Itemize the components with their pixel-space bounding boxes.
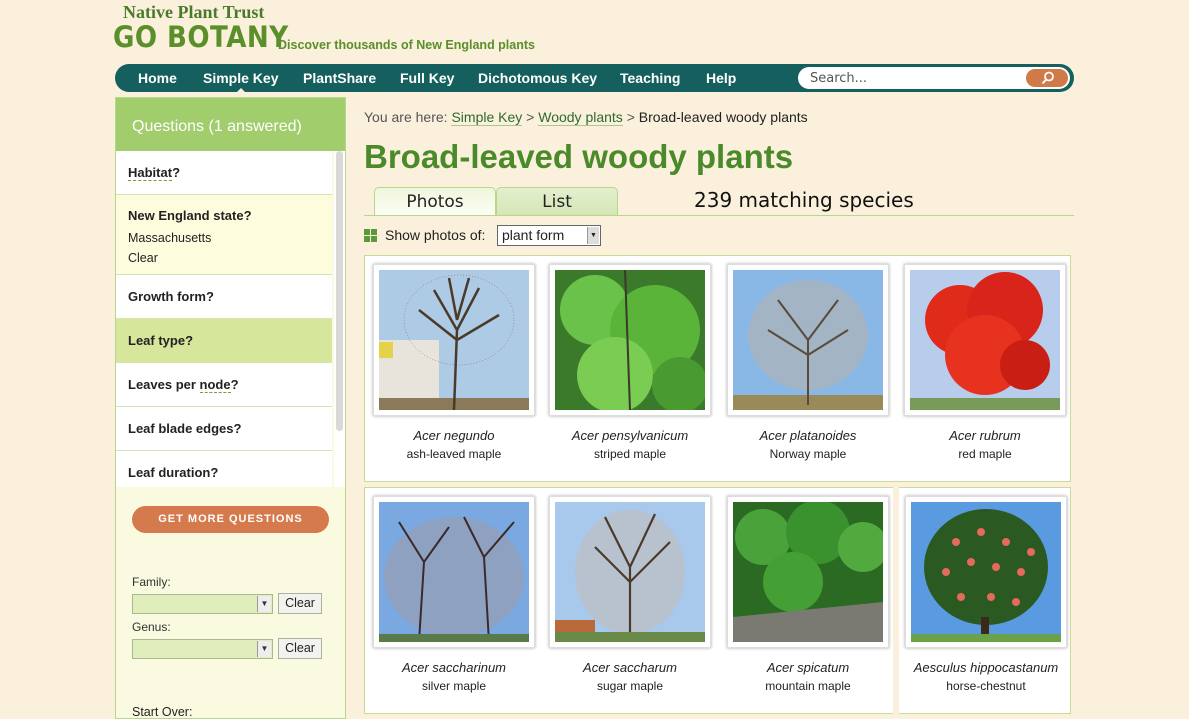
common-name: sugar maple <box>596 679 664 693</box>
search-button[interactable] <box>1026 69 1068 87</box>
common-name: Norway maple <box>769 447 847 461</box>
tagline: Discover thousands of New England plants <box>278 38 535 52</box>
scientific-name[interactable]: Acer rubrum <box>896 428 1074 443</box>
question-label: Leaf duration? <box>128 465 219 480</box>
clear-answer-link[interactable]: Clear <box>128 248 320 268</box>
tree-photo-flowering <box>911 502 1061 642</box>
scientific-name[interactable]: Acer spicatum <box>719 660 897 675</box>
breadcrumb-simple-key[interactable]: Simple Key <box>451 109 523 126</box>
nav-dichotomous-key[interactable]: Dichotomous Key <box>478 70 597 86</box>
scroll-thumb[interactable] <box>336 151 343 431</box>
genus-select[interactable]: ▼ <box>132 639 273 659</box>
nav-full-key[interactable]: Full Key <box>400 70 454 86</box>
breadcrumb-woody-plants[interactable]: Woody plants <box>538 109 623 126</box>
question-label: Habitat <box>128 165 173 181</box>
grid-view-icon <box>364 229 377 242</box>
nav-help[interactable]: Help <box>706 70 736 86</box>
common-name: horse-chestnut <box>946 679 1026 693</box>
family-select[interactable]: ▼ <box>132 594 273 614</box>
page-title: Broad-leaved woody plants <box>364 138 794 175</box>
question-new-england-state[interactable]: New England state? Massachusetts Clear <box>116 195 332 275</box>
tree-photo-bare <box>555 502 705 642</box>
common-name: ash-leaved maple <box>406 447 502 461</box>
scientific-name[interactable]: Acer negundo <box>365 428 543 443</box>
common-name: silver maple <box>421 679 487 693</box>
question-scrollbar[interactable] <box>334 151 345 487</box>
question-label: Leaf blade edges? <box>128 421 242 436</box>
genus-label: Genus: <box>132 620 171 634</box>
photo-type-value: plant form <box>502 227 565 243</box>
species-photo[interactable] <box>373 496 535 648</box>
question-label: Leaves per <box>128 377 200 392</box>
brand-logo[interactable]: GO BOTANY <box>113 20 289 54</box>
family-label: Family: <box>132 575 171 589</box>
species-photo[interactable] <box>727 264 889 416</box>
breadcrumb-separator: > <box>526 109 535 125</box>
search-box <box>798 67 1070 89</box>
common-name: red maple <box>958 447 1012 461</box>
question-label: New England state? <box>128 208 252 223</box>
question-leaves-per-node[interactable]: Leaves per node? <box>116 363 332 407</box>
show-photos-label: Show photos of: <box>385 227 486 243</box>
tree-photo-red <box>910 270 1060 410</box>
question-habitat[interactable]: Habitat? <box>116 151 332 195</box>
species-photo[interactable] <box>549 496 711 648</box>
nav-teaching[interactable]: Teaching <box>620 70 680 86</box>
shrub-photo <box>733 502 883 642</box>
question-label: Leaf type? <box>128 333 194 348</box>
questions-sidebar: Questions (1 answered) Habitat? New Engl… <box>115 97 346 719</box>
questions-header: Questions (1 answered) <box>116 98 345 151</box>
species-photo[interactable] <box>549 264 711 416</box>
species-photo[interactable] <box>373 264 535 416</box>
glossary-term[interactable]: node <box>199 377 231 393</box>
question-list: Habitat? New England state? Massachusett… <box>116 151 332 487</box>
common-name: striped maple <box>593 447 667 461</box>
scientific-name[interactable]: Aesculus hippocastanum <box>897 660 1075 675</box>
breadcrumb-separator: > <box>626 109 635 125</box>
tree-photo-bare <box>733 270 883 410</box>
nav-plantshare[interactable]: PlantShare <box>303 70 376 86</box>
nav-home[interactable]: Home <box>138 70 177 86</box>
match-count: 239 matching species <box>694 188 914 212</box>
scientific-name[interactable]: Acer platanoides <box>719 428 897 443</box>
chevron-down-icon: ▼ <box>257 596 271 612</box>
start-over-label: Start Over: <box>132 705 193 719</box>
common-name: mountain maple <box>765 679 851 693</box>
breadcrumb-prefix: You are here: <box>364 109 448 125</box>
chevron-down-icon: ▼ <box>587 227 599 244</box>
search-icon <box>1041 71 1054 85</box>
nav-simple-key[interactable]: Simple Key <box>203 70 278 93</box>
tab-list[interactable]: List <box>496 187 618 216</box>
tree-photo-bare <box>379 502 529 642</box>
results-row: Acer negundo ash-leaved maple Acer pensy… <box>364 255 1071 482</box>
question-leaf-duration[interactable]: Leaf duration? <box>116 451 332 487</box>
breadcrumb-current: Broad-leaved woody plants <box>638 109 808 125</box>
scientific-name[interactable]: Acer pensylvanicum <box>541 428 719 443</box>
tab-photos[interactable]: Photos <box>374 187 496 216</box>
tree-photo-bare <box>379 270 529 410</box>
question-answer: Massachusetts <box>128 231 212 245</box>
tab-divider <box>364 215 1074 216</box>
scientific-name[interactable]: Acer saccharinum <box>365 660 543 675</box>
species-photo[interactable] <box>905 496 1067 648</box>
main-nav: Home Simple Key PlantShare Full Key Dich… <box>115 64 1074 93</box>
get-more-questions-button[interactable]: GET MORE QUESTIONS <box>132 506 329 533</box>
question-leaf-type[interactable]: Leaf type? <box>116 319 332 363</box>
photo-type-select[interactable]: plant form ▼ <box>497 225 601 246</box>
question-leaf-blade-edges[interactable]: Leaf blade edges? <box>116 407 332 451</box>
scientific-name[interactable]: Acer saccharum <box>541 660 719 675</box>
species-photo[interactable] <box>727 496 889 648</box>
tree-photo-leafy <box>555 270 705 410</box>
species-photo[interactable] <box>904 264 1066 416</box>
family-clear-button[interactable]: Clear <box>278 593 322 614</box>
results-row: Acer saccharinum silver maple Acer sacch… <box>364 487 1071 717</box>
chevron-down-icon: ▼ <box>257 641 271 657</box>
breadcrumb: You are here: Simple Key > Woody plants … <box>364 109 808 126</box>
search-input[interactable] <box>810 70 1020 86</box>
question-label: Growth form? <box>128 289 214 304</box>
question-growth-form[interactable]: Growth form? <box>116 275 332 319</box>
genus-clear-button[interactable]: Clear <box>278 638 322 659</box>
